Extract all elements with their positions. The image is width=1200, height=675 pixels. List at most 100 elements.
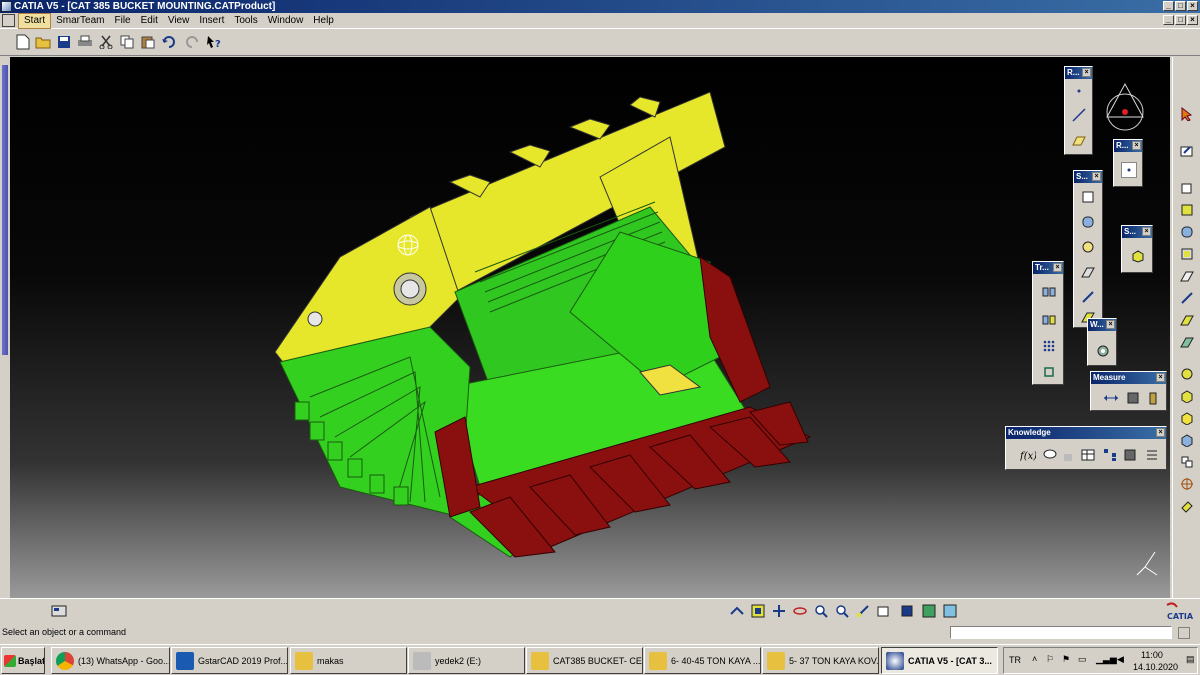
point-icon[interactable]: [1071, 83, 1087, 99]
cylinder-icon[interactable]: [1080, 214, 1096, 230]
plane-icon[interactable]: [1071, 133, 1087, 149]
hide-show-icon[interactable]: [920, 602, 938, 620]
task-cat385[interactable]: CAT385 BUCKET- CE...: [526, 647, 643, 674]
doc-close-button[interactable]: ×: [1187, 15, 1198, 25]
point-icon[interactable]: [1121, 162, 1137, 178]
offset-icon[interactable]: [1080, 264, 1096, 280]
signal-icon[interactable]: ▁▃▅: [1096, 654, 1117, 665]
view-icon[interactable]: [875, 602, 893, 620]
measure-inertia-icon[interactable]: [1145, 390, 1161, 406]
pad-icon[interactable]: [1178, 179, 1196, 197]
command-input[interactable]: [950, 626, 1172, 639]
formula-icon[interactable]: f(x): [1020, 447, 1036, 463]
cut-icon[interactable]: [97, 33, 115, 51]
table-icon[interactable]: [1080, 447, 1096, 463]
doc-minimize-button[interactable]: _: [1163, 15, 1174, 25]
start-button[interactable]: Başlat: [1, 647, 45, 674]
notification-icon[interactable]: ▤: [1186, 654, 1195, 665]
menu-file[interactable]: File: [109, 14, 135, 28]
zoom-out-icon[interactable]: [833, 602, 851, 620]
solid-icon[interactable]: [1130, 248, 1146, 264]
extract-icon[interactable]: [1178, 431, 1196, 449]
minimize-button[interactable]: _: [1163, 1, 1174, 11]
datum-icon[interactable]: [1178, 497, 1196, 515]
symmetry-icon[interactable]: [1041, 312, 1057, 328]
display-icon[interactable]: ▭: [1078, 654, 1087, 665]
render-style-icon[interactable]: [898, 602, 916, 620]
trim-icon[interactable]: [1178, 387, 1196, 405]
sphere-icon[interactable]: [1080, 239, 1096, 255]
undo-icon[interactable]: [160, 33, 178, 51]
paste-icon[interactable]: [139, 33, 157, 51]
shell-icon[interactable]: [1178, 245, 1196, 263]
fill-icon[interactable]: [1178, 311, 1196, 329]
pattern-icon[interactable]: [1041, 338, 1057, 354]
3d-viewport[interactable]: R... × R... × S... × S... × Tr... × W... × Mea…: [10, 57, 1170, 598]
compass-icon[interactable]: [1178, 475, 1196, 493]
fit-all-icon[interactable]: [749, 602, 767, 620]
menu-tools[interactable]: Tools: [229, 14, 262, 28]
zoom-in-icon[interactable]: [812, 602, 830, 620]
close-icon[interactable]: ×: [1082, 68, 1091, 77]
split-icon[interactable]: [1178, 365, 1196, 383]
task-whatsapp[interactable]: (13) WhatsApp - Goo...: [51, 647, 170, 674]
tree-icon[interactable]: [1102, 447, 1118, 463]
document-icon[interactable]: [2, 14, 15, 27]
maximize-button[interactable]: □: [1175, 1, 1186, 11]
status-close-icon[interactable]: [1178, 627, 1190, 639]
task-kaya-40-45[interactable]: 6- 40-45 TON KAYA ...: [644, 647, 761, 674]
comment-icon[interactable]: [1042, 447, 1058, 463]
left-scroll[interactable]: [0, 57, 10, 598]
line-icon[interactable]: [1071, 107, 1087, 123]
language-indicator[interactable]: TR: [1009, 655, 1021, 665]
blend-icon[interactable]: [1178, 289, 1196, 307]
open-icon[interactable]: [34, 33, 52, 51]
task-yedek2[interactable]: yedek2 (E:): [408, 647, 525, 674]
swap-visible-icon[interactable]: [941, 602, 959, 620]
fly-mode-icon[interactable]: [728, 602, 746, 620]
rotate-icon[interactable]: [791, 602, 809, 620]
normal-view-icon[interactable]: [854, 602, 872, 620]
measure-between-icon[interactable]: [1103, 390, 1119, 406]
menu-start[interactable]: Start: [18, 12, 52, 29]
translate-icon[interactable]: [1041, 284, 1057, 300]
close-icon[interactable]: ×: [1156, 428, 1165, 437]
doc-restore-button[interactable]: □: [1175, 15, 1186, 25]
close-icon[interactable]: ×: [1142, 227, 1151, 236]
task-gstarcad[interactable]: GstarCAD 2019 Prof...: [171, 647, 288, 674]
task-makas[interactable]: makas: [290, 647, 407, 674]
volume-icon[interactable]: ◀: [1117, 654, 1124, 665]
copy-icon[interactable]: [118, 33, 136, 51]
join-icon[interactable]: [1178, 409, 1196, 427]
new-icon[interactable]: [14, 33, 32, 51]
offset-icon[interactable]: [1178, 267, 1196, 285]
measure-item-icon[interactable]: [1125, 390, 1141, 406]
cylinder-icon[interactable]: [1178, 223, 1196, 241]
multi-section-icon[interactable]: [1178, 333, 1196, 351]
extrude-icon[interactable]: [1080, 189, 1096, 205]
catalog-icon[interactable]: [50, 602, 68, 620]
task-catia[interactable]: CATIA V5 - [CAT 3...: [881, 647, 998, 674]
close-icon[interactable]: ×: [1053, 263, 1062, 272]
clock-time[interactable]: 11:00: [1141, 650, 1163, 660]
close-icon[interactable]: ×: [1106, 320, 1115, 329]
whats-this-icon[interactable]: ?: [205, 33, 223, 51]
network-icon[interactable]: ⚐: [1046, 654, 1054, 665]
close-icon[interactable]: ×: [1132, 141, 1141, 150]
menu-window[interactable]: Window: [263, 14, 309, 28]
redo-icon[interactable]: [183, 33, 201, 51]
pan-icon[interactable]: [770, 602, 788, 620]
close-icon[interactable]: ×: [1156, 373, 1165, 382]
menu-edit[interactable]: Edit: [136, 14, 163, 28]
close-button[interactable]: ×: [1187, 1, 1198, 11]
clock-date[interactable]: 14.10.2020: [1133, 662, 1178, 672]
sketch-icon[interactable]: [1178, 142, 1196, 160]
check-icon[interactable]: [1144, 447, 1160, 463]
save-icon[interactable]: [55, 33, 73, 51]
reaction-icon[interactable]: [1122, 447, 1138, 463]
menu-insert[interactable]: Insert: [194, 14, 229, 28]
boundary-icon[interactable]: [1178, 453, 1196, 471]
task-kaya-37[interactable]: 5- 37 TON KAYA KOV...: [762, 647, 879, 674]
tray-arrow-icon[interactable]: ˄: [1032, 654, 1037, 664]
menu-view[interactable]: View: [163, 14, 195, 28]
